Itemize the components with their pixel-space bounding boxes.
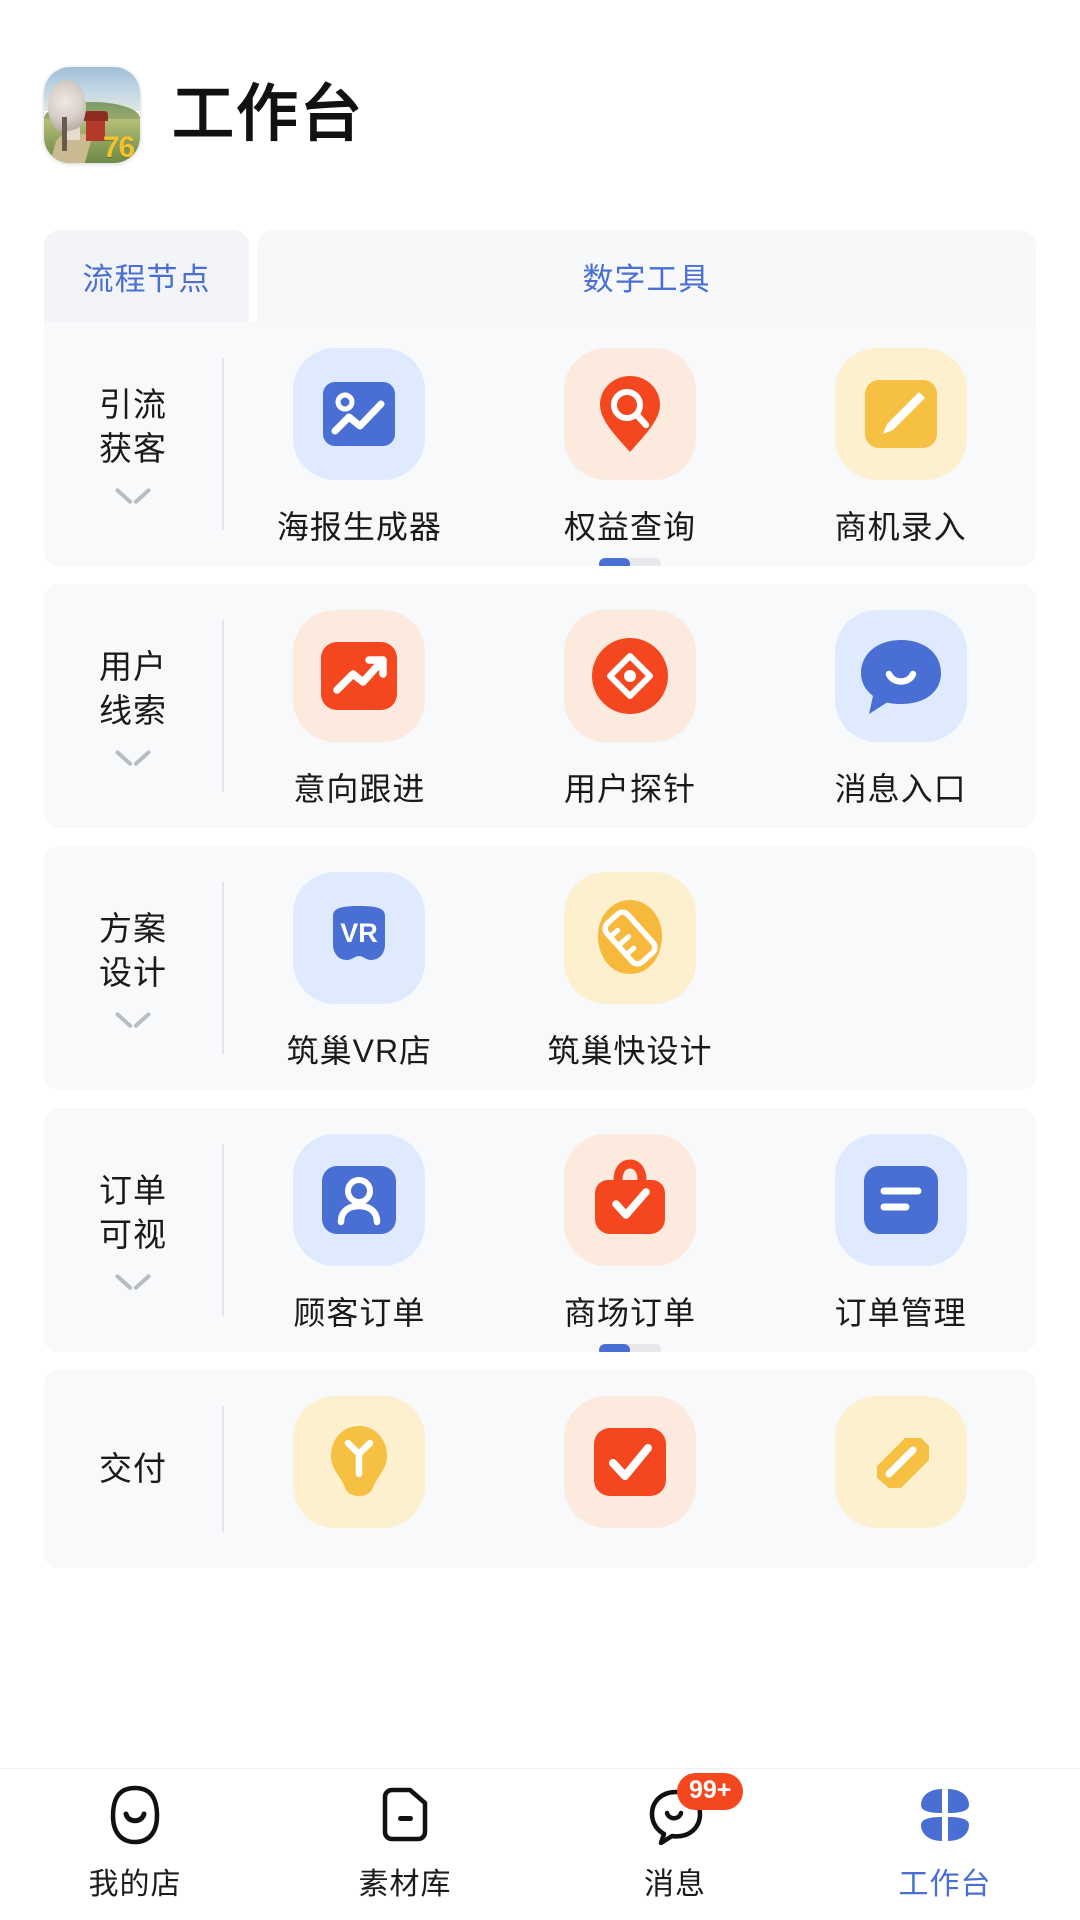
- tile-label: 筑巢快设计: [547, 1033, 713, 1069]
- tile-message-entry[interactable]: 消息入口: [765, 610, 1036, 810]
- group-label-order-visibility[interactable]: 订单 可视: [44, 1108, 222, 1352]
- tile-label: 意向跟进: [293, 771, 426, 807]
- tile-label: 商场订单: [563, 1295, 696, 1331]
- hammer-icon: [834, 1396, 967, 1528]
- tile-label: 顾客订单: [293, 1295, 426, 1331]
- group-lead-acquisition: 引流 获客 海报生成器 权益查询 商机录入: [44, 322, 1036, 566]
- tile-poster-generator[interactable]: 海报生成器: [224, 348, 495, 548]
- tile-label: 权益查询: [563, 509, 696, 545]
- bag-check-icon: [563, 1134, 696, 1266]
- compass-icon: [563, 610, 696, 742]
- group-label-text: 订单: [99, 1172, 167, 1210]
- nav-label-workbench: 工作台: [898, 1868, 992, 1901]
- category-tabs: 流程节点 数字工具: [44, 230, 1036, 322]
- check-icon: [563, 1396, 696, 1528]
- nav-item-workbench[interactable]: 工作台: [810, 1783, 1080, 1903]
- app-root: 76 工作台 流程节点 数字工具 引流 获客 海报生成器 权益查询 商机录入 用户 线索 意向…: [0, 0, 1080, 1920]
- group-label-text: 方案: [99, 910, 167, 948]
- trend-arrow-icon: [293, 610, 426, 742]
- nav-label-my-store: 我的店: [88, 1868, 182, 1901]
- group-label-text-2: 设计: [99, 954, 167, 991]
- grid-petal-icon: [913, 1783, 977, 1847]
- tile-row-pager[interactable]: [599, 1344, 661, 1352]
- tile-user-probe[interactable]: 用户探针: [495, 610, 766, 810]
- nav-item-messages[interactable]: 99+ 消息: [540, 1773, 810, 1903]
- pager-thumb: [599, 558, 630, 566]
- group-label-text: 用户: [99, 648, 167, 686]
- chat-bubble-icon: [834, 610, 967, 742]
- tile-row-user-clues: 意向跟进 用户探针 消息入口: [224, 584, 1036, 828]
- group-label-text-2: 线索: [99, 692, 167, 729]
- tile-intent-followup[interactable]: 意向跟进: [224, 610, 495, 810]
- tile-nest-quick-design[interactable]: 筑巢快设计: [495, 872, 766, 1072]
- store-face-icon: [103, 1783, 167, 1847]
- tile-label: 订单管理: [834, 1295, 967, 1331]
- workbench-scroll-area[interactable]: 流程节点 数字工具 引流 获客 海报生成器 权益查询 商机录入 用户 线索 意向跟进 用户探针 消…: [0, 230, 1080, 1768]
- tile-order-manage[interactable]: 订单管理: [765, 1134, 1036, 1334]
- chevron-down-icon[interactable]: [116, 749, 150, 767]
- tile-row-plan-design: VR 筑巢VR店 筑巢快设计: [224, 846, 1036, 1090]
- chart-trend-icon: [293, 348, 426, 480]
- tile-label: 筑巢VR店: [286, 1033, 433, 1069]
- vr-headset-icon: VR: [293, 872, 426, 1004]
- tile-opportunity-entry[interactable]: 商机录入: [765, 348, 1036, 548]
- tile-label: 消息入口: [834, 771, 967, 807]
- group-label-text-2: 可视: [99, 1216, 167, 1253]
- nav-label-material: 素材库: [358, 1868, 452, 1901]
- group-label-lead-acquisition[interactable]: 引流 获客: [44, 322, 222, 566]
- tile-delivery-idea[interactable]: [224, 1396, 495, 1550]
- tile-row-delivery: [224, 1370, 1036, 1568]
- group-label-text: 引流: [99, 386, 167, 424]
- group-label-delivery[interactable]: 交付: [44, 1370, 222, 1568]
- group-list: 引流获客海报生成器 权益查询 商机录入用户线索意向跟进 用户探针 消息入口方案设计 VR 筑…: [44, 322, 1036, 1568]
- tile-label: 海报生成器: [276, 509, 442, 545]
- tab-digital-tools-label: 数字工具: [582, 261, 711, 297]
- tile-row-lead-acquisition: 海报生成器 权益查询 商机录入: [224, 322, 1036, 566]
- tile-benefit-query[interactable]: 权益查询: [495, 348, 766, 548]
- document-list-icon: [834, 1134, 967, 1266]
- group-label-user-clues[interactable]: 用户 线索: [44, 584, 222, 828]
- tile-nest-vr-store[interactable]: VR 筑巢VR店: [224, 872, 495, 1072]
- tile-delivery-tool[interactable]: [765, 1396, 1036, 1550]
- app-icon: 76: [44, 67, 140, 163]
- group-label-text: 交付: [99, 1450, 167, 1488]
- person-icon: [293, 1134, 426, 1266]
- pager-thumb: [599, 1344, 630, 1352]
- app-icon-badge: 76: [102, 130, 135, 163]
- tab-digital-tools[interactable]: 数字工具: [257, 230, 1036, 322]
- folder-icon: [373, 1783, 437, 1847]
- nav-label-messages: 消息: [644, 1868, 706, 1901]
- tile-mall-order[interactable]: 商场订单: [495, 1134, 766, 1334]
- tile-delivery-check[interactable]: [495, 1396, 766, 1550]
- bulb-icon: [293, 1396, 426, 1528]
- group-delivery: 交付: [44, 1370, 1036, 1568]
- tile-label: 用户探针: [563, 771, 696, 807]
- group-label-plan-design[interactable]: 方案 设计: [44, 846, 222, 1090]
- page-header: 76 工作台: [0, 0, 1080, 230]
- group-order-visibility: 订单 可视 顾客订单 商场订单 订单管理: [44, 1108, 1036, 1352]
- chevron-down-icon[interactable]: [116, 1011, 150, 1029]
- tile-row-pager[interactable]: [599, 558, 661, 566]
- tile-label: 商机录入: [834, 509, 967, 545]
- group-plan-design: 方案设计 VR 筑巢VR店 筑巢快设计: [44, 846, 1036, 1090]
- page-title: 工作台: [172, 80, 365, 149]
- tab-process-nodes-label: 流程节点: [82, 261, 211, 297]
- nav-item-my-store[interactable]: 我的店: [0, 1783, 270, 1903]
- ruler-icon: [563, 872, 696, 1004]
- tile-customer-order[interactable]: 顾客订单: [224, 1134, 495, 1334]
- svg-text:VR: VR: [341, 918, 379, 948]
- chevron-down-icon[interactable]: [116, 487, 150, 505]
- tile-row-order-visibility: 顾客订单 商场订单 订单管理: [224, 1108, 1036, 1352]
- tab-process-nodes[interactable]: 流程节点: [44, 230, 249, 322]
- search-pin-icon: [563, 348, 696, 480]
- group-label-text-2: 获客: [99, 430, 167, 467]
- chevron-down-icon[interactable]: [116, 1273, 150, 1291]
- bottom-navigation: 我的店 素材库 99+ 消息 工作台: [0, 1768, 1080, 1920]
- group-user-clues: 用户 线索 意向跟进 用户探针 消息入口: [44, 584, 1036, 828]
- pencil-icon: [834, 348, 967, 480]
- messages-badge: 99+: [677, 1773, 744, 1810]
- nav-item-material[interactable]: 素材库: [270, 1783, 540, 1903]
